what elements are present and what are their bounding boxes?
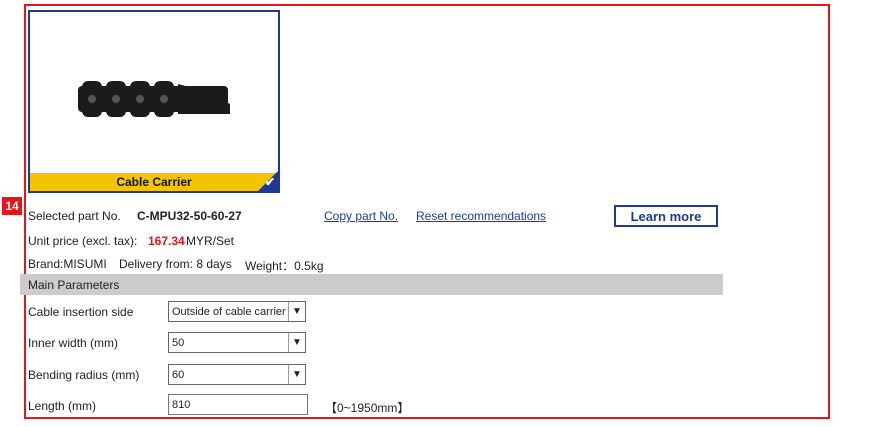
select-value: 50	[172, 337, 185, 349]
insertion-side-select[interactable]: Outside of cable carrier ▼	[168, 301, 306, 322]
chevron-down-icon: ▼	[288, 333, 305, 352]
cable-carrier-image	[78, 81, 230, 117]
unit-price-label: Unit price (excl. tax):	[28, 234, 138, 248]
brand-text: Brand:MISUMI	[28, 257, 107, 271]
unit-price-currency: MYR/Set	[186, 234, 235, 248]
unit-price-value: 167.34	[148, 234, 185, 248]
product-image-card[interactable]: Cable Carrier ✔	[28, 10, 280, 193]
section-title: Main Parameters	[28, 278, 120, 292]
checkmark-icon: ✔	[264, 175, 275, 189]
param-label-inner-width: Inner width (mm)	[28, 336, 119, 350]
param-label-insertion-side: Cable insertion side	[28, 305, 134, 319]
step-badge: 14	[2, 197, 22, 215]
reset-recommendations-link[interactable]: Reset recommendations	[416, 209, 546, 223]
copy-part-link[interactable]: Copy part No.	[324, 209, 398, 223]
learn-more-button[interactable]: Learn more	[614, 205, 718, 227]
main-parameters-header: Main Parameters	[20, 274, 723, 295]
inner-width-select[interactable]: 50 ▼	[168, 332, 306, 353]
product-card-label: Cable Carrier	[30, 173, 278, 191]
selected-part-label: Selected part No.	[28, 209, 121, 223]
chevron-down-icon: ▼	[288, 365, 305, 384]
weight-text: Weight：0.5kg	[245, 259, 324, 273]
input-value: 810	[172, 399, 191, 411]
delivery-text: Delivery from: 8 days	[119, 257, 232, 271]
length-range-hint: 【0~1950mm】	[325, 401, 410, 415]
bending-radius-select[interactable]: 60 ▼	[168, 364, 306, 385]
length-input[interactable]: 810	[168, 394, 308, 415]
select-value: Outside of cable carrier	[172, 306, 286, 318]
select-value: 60	[172, 369, 185, 381]
param-label-bending-radius: Bending radius (mm)	[28, 368, 140, 382]
param-label-length: Length (mm)	[28, 399, 97, 413]
chevron-down-icon: ▼	[288, 302, 305, 321]
part-number: C-MPU32-50-60-27	[137, 209, 242, 223]
